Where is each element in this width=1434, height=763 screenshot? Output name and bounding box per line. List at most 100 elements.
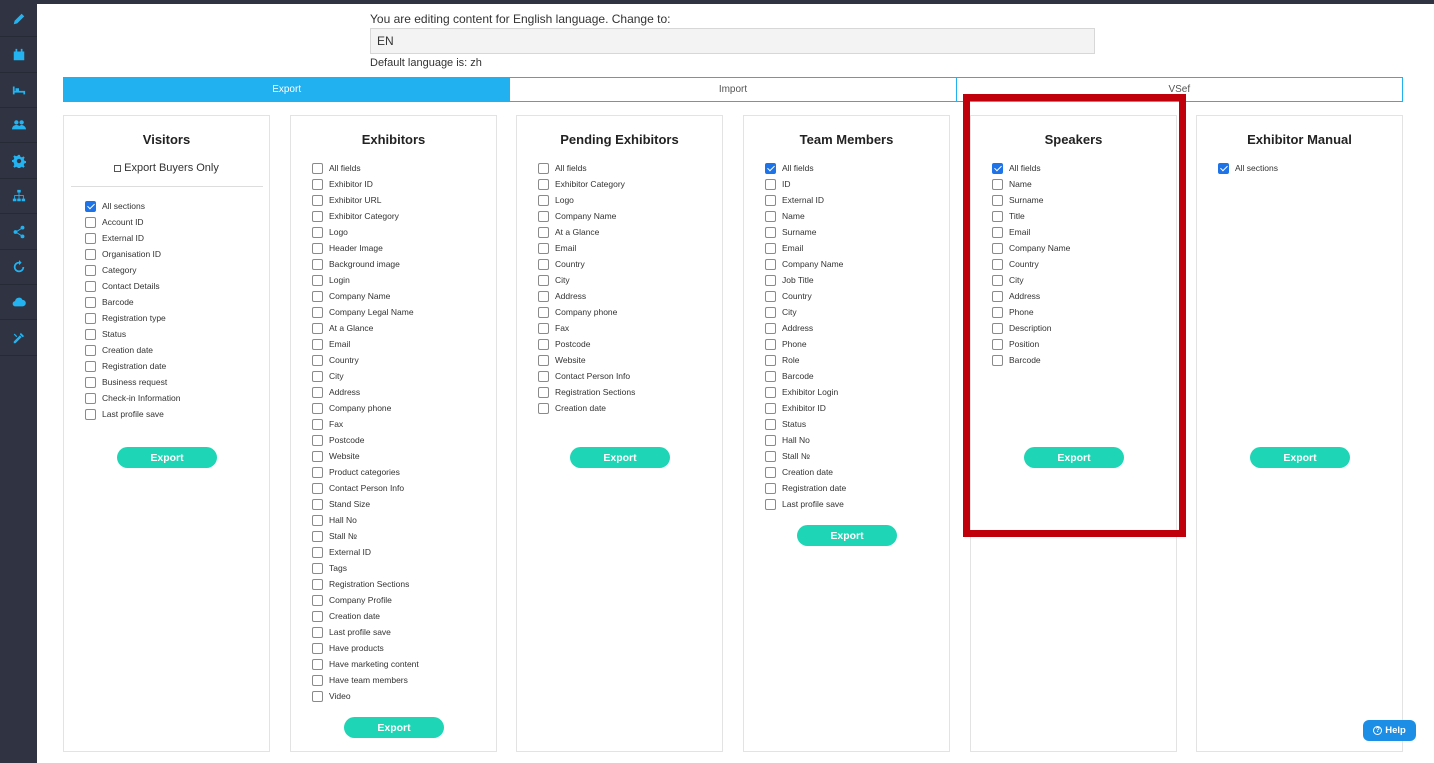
field-option[interactable]: Have team members [312,672,419,688]
tab-export[interactable]: Export [64,78,511,101]
field-option[interactable]: Stall № [312,528,419,544]
checkbox[interactable] [312,322,323,334]
field-option[interactable]: Login [312,272,419,288]
field-option[interactable]: Registration type [85,310,180,326]
checkbox[interactable] [538,162,549,174]
field-option[interactable]: Country [992,256,1070,272]
field-option[interactable]: Exhibitor Category [538,176,635,192]
field-option[interactable]: External ID [85,230,180,246]
checkbox[interactable] [312,354,323,366]
field-option[interactable]: Company phone [312,400,419,416]
checkbox[interactable] [85,376,96,388]
checkbox[interactable] [765,498,776,510]
field-option[interactable]: Country [765,288,846,304]
sidebar-item-upload[interactable] [0,285,37,320]
field-option[interactable]: Email [992,224,1070,240]
field-option[interactable]: Company Name [765,256,846,272]
checkbox[interactable] [538,210,549,222]
checkbox[interactable] [538,338,549,350]
checkbox[interactable] [312,562,323,574]
checkbox[interactable] [992,210,1003,222]
field-option[interactable]: Video [312,688,419,704]
checkbox[interactable] [765,338,776,350]
sidebar-item-settings[interactable] [0,144,37,179]
checkbox[interactable] [992,226,1003,238]
sidebar-item-accommodation[interactable] [0,73,37,108]
checkbox[interactable] [992,290,1003,302]
field-option[interactable]: City [765,304,846,320]
checkbox[interactable] [312,226,323,238]
field-option[interactable]: Logo [538,192,635,208]
checkbox[interactable] [765,162,776,174]
field-option[interactable]: Postcode [538,336,635,352]
field-option[interactable]: Business request [85,374,180,390]
field-option[interactable]: Contact Person Info [312,480,419,496]
checkbox[interactable] [765,466,776,478]
field-option[interactable]: Email [538,240,635,256]
checkbox[interactable] [312,626,323,638]
checkbox[interactable] [312,162,323,174]
sidebar-item-hierarchy[interactable] [0,179,37,214]
checkbox[interactable] [312,290,323,302]
field-option[interactable]: Name [765,208,846,224]
field-option[interactable]: Registration date [765,480,846,496]
checkbox[interactable] [312,370,323,382]
checkbox[interactable] [85,392,96,404]
export-team-members-button[interactable]: Export [797,525,897,546]
checkbox[interactable] [765,322,776,334]
field-option[interactable]: Last profile save [765,496,846,512]
checkbox[interactable] [85,248,96,260]
field-option[interactable]: All fields [312,160,419,176]
checkbox[interactable] [312,242,323,254]
field-option[interactable]: Have marketing content [312,656,419,672]
field-option[interactable]: Have products [312,640,419,656]
field-option[interactable]: External ID [312,544,419,560]
checkbox[interactable] [765,274,776,286]
checkbox[interactable] [538,178,549,190]
field-option[interactable]: Creation date [312,608,419,624]
checkbox[interactable] [992,162,1003,174]
checkbox[interactable] [312,482,323,494]
checkbox[interactable] [538,258,549,270]
field-option[interactable]: At a Glance [312,320,419,336]
field-option[interactable]: Contact Person Info [538,368,635,384]
checkbox[interactable] [765,482,776,494]
checkbox[interactable] [312,402,323,414]
checkbox[interactable] [765,402,776,414]
help-button[interactable]: ? Help [1363,720,1416,741]
sidebar-item-edit[interactable] [0,2,37,37]
checkbox[interactable] [992,306,1003,318]
checkbox[interactable] [538,354,549,366]
checkbox[interactable] [312,386,323,398]
export-visitors-button[interactable]: Export [117,447,217,468]
sidebar-item-calendar[interactable] [0,38,37,73]
checkbox[interactable] [312,274,323,286]
checkbox[interactable] [538,290,549,302]
field-option[interactable]: Barcode [765,368,846,384]
field-option[interactable]: Description [992,320,1070,336]
export-exhibitor-manual-button[interactable]: Export [1250,447,1350,468]
checkbox[interactable] [992,322,1003,334]
checkbox[interactable] [992,194,1003,206]
checkbox[interactable] [992,242,1003,254]
sidebar-item-tools[interactable] [0,321,37,356]
checkbox[interactable] [312,498,323,510]
field-option[interactable]: Address [765,320,846,336]
sidebar-item-sync[interactable] [0,250,37,285]
field-option[interactable]: Hall No [312,512,419,528]
field-option[interactable]: Surname [765,224,846,240]
field-option[interactable]: All fields [765,160,846,176]
field-option[interactable]: Category [85,262,180,278]
checkbox[interactable] [85,232,96,244]
field-option[interactable]: Creation date [85,342,180,358]
checkbox[interactable] [85,264,96,276]
field-option[interactable]: Barcode [85,294,180,310]
field-option[interactable]: Registration Sections [312,576,419,592]
checkbox[interactable] [765,290,776,302]
checkbox[interactable] [538,242,549,254]
field-option[interactable]: Company Profile [312,592,419,608]
field-option[interactable]: Account ID [85,214,180,230]
field-option[interactable]: Status [765,416,846,432]
checkbox[interactable] [765,450,776,462]
field-option[interactable]: Registration Sections [538,384,635,400]
